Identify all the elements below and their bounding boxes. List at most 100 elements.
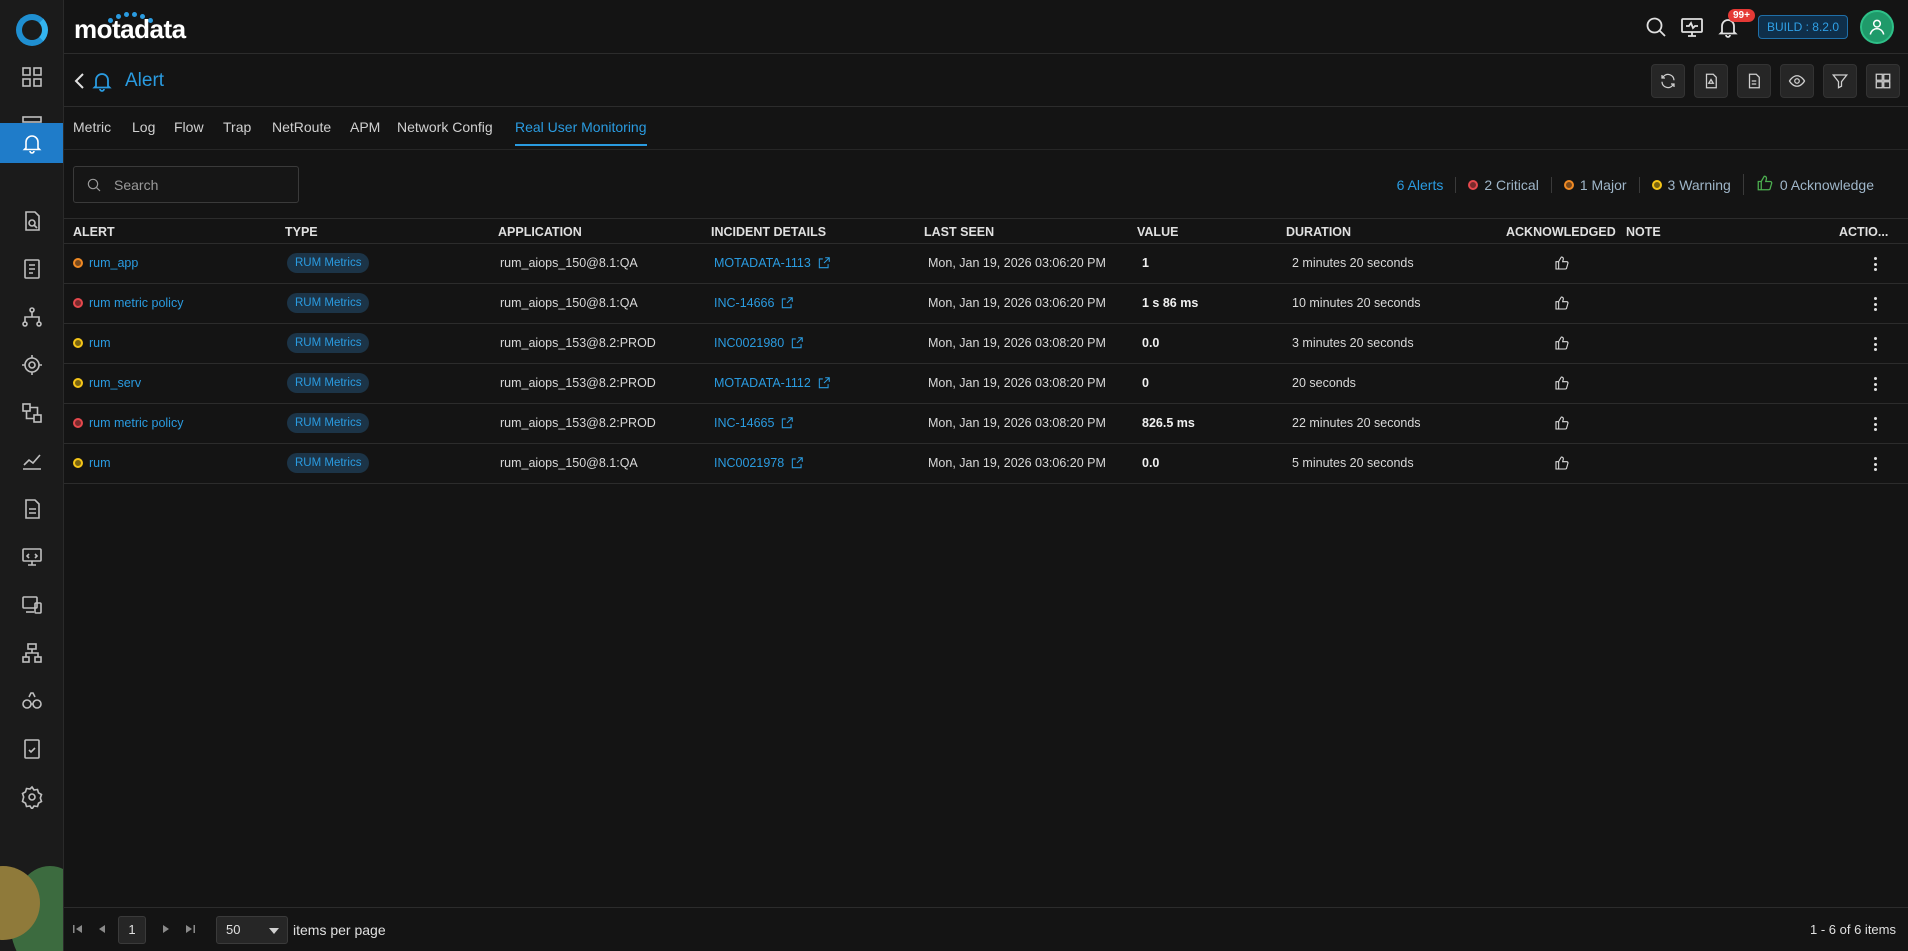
refresh-button[interactable] bbox=[1651, 64, 1685, 98]
search-icon[interactable] bbox=[1644, 15, 1668, 39]
topology-icon[interactable] bbox=[0, 297, 63, 337]
duration-cell: 2 minutes 20 seconds bbox=[1292, 256, 1414, 270]
value-cell: 0.0 bbox=[1142, 336, 1160, 350]
tab-metric[interactable]: Metric bbox=[73, 119, 111, 144]
tab-apm[interactable]: APM bbox=[350, 119, 380, 144]
alert-name-link[interactable]: rum bbox=[89, 336, 111, 350]
table-row[interactable]: rum RUM Metrics rum_aiops_150@8.1:QA INC002… bbox=[64, 444, 1908, 484]
summary-acknowledge[interactable]: 0 Acknowledge bbox=[1742, 174, 1886, 195]
table-row[interactable]: rum metric policy RUM Metrics rum_aiops_15… bbox=[64, 404, 1908, 444]
network-icon[interactable] bbox=[0, 633, 63, 673]
dashboard-icon[interactable] bbox=[0, 57, 63, 97]
table-row[interactable]: rum_app RUM Metrics rum_aiops_150@8.1:QA MO… bbox=[64, 244, 1908, 284]
reports-icon[interactable] bbox=[0, 249, 63, 289]
tab-trap[interactable]: Trap bbox=[223, 119, 251, 144]
column-header-incident-details[interactable]: INCIDENT DETAILS bbox=[711, 225, 826, 239]
items-per-page-select[interactable]: 50 bbox=[216, 916, 288, 944]
more-actions-icon[interactable] bbox=[1872, 414, 1878, 434]
incident-link[interactable]: MOTADATA-1112 bbox=[714, 376, 831, 390]
value-cell: 0 bbox=[1142, 376, 1149, 390]
acknowledge-thumbs-up-icon[interactable] bbox=[1554, 455, 1570, 474]
monitor-pulse-icon[interactable] bbox=[1680, 15, 1704, 39]
more-actions-icon[interactable] bbox=[1872, 454, 1878, 474]
ai-ops-icon[interactable] bbox=[0, 345, 63, 385]
metrics-explorer-icon[interactable] bbox=[0, 441, 63, 481]
synthetic-monitor-icon[interactable] bbox=[0, 537, 63, 577]
alert-name-link[interactable]: rum_serv bbox=[89, 376, 141, 390]
first-page-icon[interactable] bbox=[70, 921, 86, 937]
filter-button[interactable] bbox=[1823, 64, 1857, 98]
notifications-bell-icon[interactable]: 99+ bbox=[1716, 9, 1755, 39]
tab-network-config[interactable]: Network Config bbox=[397, 119, 493, 144]
devices-icon[interactable] bbox=[0, 585, 63, 625]
column-header-duration[interactable]: DURATION bbox=[1286, 225, 1351, 239]
alert-name-link[interactable]: rum metric policy bbox=[89, 296, 183, 310]
tab-real-user-monitoring[interactable]: Real User Monitoring bbox=[515, 119, 647, 146]
summary-total[interactable]: 6 Alerts bbox=[1385, 177, 1456, 193]
pdf-file-icon bbox=[1705, 73, 1717, 89]
layout-grid-button[interactable] bbox=[1866, 64, 1900, 98]
compliance-icon[interactable] bbox=[0, 729, 63, 769]
tab-flow[interactable]: Flow bbox=[174, 119, 204, 144]
column-header-note[interactable]: NOTE bbox=[1626, 225, 1661, 239]
acknowledge-thumbs-up-icon[interactable] bbox=[1554, 375, 1570, 394]
table-row[interactable]: rum metric policy RUM Metrics rum_aiops_15… bbox=[64, 284, 1908, 324]
last-page-icon[interactable] bbox=[182, 921, 198, 937]
view-toggle-button[interactable] bbox=[1780, 64, 1814, 98]
type-badge: RUM Metrics bbox=[287, 333, 370, 353]
next-page-icon[interactable] bbox=[158, 921, 174, 937]
last-seen-cell: Mon, Jan 19, 2026 03:08:20 PM bbox=[928, 336, 1106, 350]
app-logo-icon[interactable] bbox=[16, 14, 48, 46]
column-header-type[interactable]: TYPE bbox=[285, 225, 318, 239]
export-pdf-button[interactable] bbox=[1694, 64, 1728, 98]
summary-critical[interactable]: 2 Critical bbox=[1455, 176, 1550, 193]
summary-major-label: 1 Major bbox=[1579, 176, 1627, 193]
last-seen-cell: Mon, Jan 19, 2026 03:06:20 PM bbox=[928, 296, 1106, 310]
acknowledge-thumbs-up-icon[interactable] bbox=[1554, 255, 1570, 274]
acknowledge-thumbs-up-icon[interactable] bbox=[1554, 415, 1570, 434]
column-header-actions[interactable]: ACTIO... bbox=[1839, 225, 1888, 239]
brand-logo[interactable]: motadata bbox=[74, 14, 186, 45]
alert-name-link[interactable]: rum bbox=[89, 456, 111, 470]
documents-icon[interactable] bbox=[0, 489, 63, 529]
alert-nav-icon[interactable] bbox=[0, 123, 63, 163]
table-row[interactable]: rum_serv RUM Metrics rum_aiops_153@8.2:PRO… bbox=[64, 364, 1908, 404]
current-page[interactable]: 1 bbox=[118, 916, 146, 944]
tab-netroute[interactable]: NetRoute bbox=[272, 119, 331, 144]
tab-log[interactable]: Log bbox=[132, 119, 155, 144]
external-link-icon bbox=[782, 417, 794, 429]
export-csv-button[interactable] bbox=[1737, 64, 1771, 98]
summary-major[interactable]: 1 Major bbox=[1550, 176, 1639, 193]
page-toolbar bbox=[1651, 64, 1900, 98]
back-chevron-icon[interactable] bbox=[70, 69, 90, 93]
workflow-icon[interactable] bbox=[0, 393, 63, 433]
acknowledge-thumbs-up-icon[interactable] bbox=[1554, 335, 1570, 354]
incident-link[interactable]: MOTADATA-1113 bbox=[714, 256, 831, 270]
column-header-acknowledged[interactable]: ACKNOWLEDGED bbox=[1506, 225, 1616, 239]
user-avatar[interactable] bbox=[1860, 10, 1894, 44]
alert-cell: rum metric policy bbox=[73, 296, 183, 310]
more-actions-icon[interactable] bbox=[1872, 374, 1878, 394]
acknowledge-thumbs-up-icon[interactable] bbox=[1554, 295, 1570, 314]
incident-link[interactable]: INC0021978 bbox=[714, 456, 804, 470]
explorer-binoculars-icon[interactable] bbox=[0, 681, 63, 721]
more-actions-icon[interactable] bbox=[1872, 334, 1878, 354]
table-header: ALERT TYPE APPLICATION INCIDENT DETAILS … bbox=[64, 218, 1908, 244]
log-search-icon[interactable] bbox=[0, 201, 63, 241]
incident-link[interactable]: INC-14666 bbox=[714, 296, 794, 310]
settings-icon[interactable] bbox=[0, 777, 63, 817]
column-header-alert[interactable]: ALERT bbox=[73, 225, 115, 239]
alert-name-link[interactable]: rum_app bbox=[89, 256, 138, 270]
search-input[interactable] bbox=[114, 174, 284, 196]
more-actions-icon[interactable] bbox=[1872, 294, 1878, 314]
column-header-last-seen[interactable]: LAST SEEN bbox=[924, 225, 994, 239]
prev-page-icon[interactable] bbox=[94, 921, 110, 937]
more-actions-icon[interactable] bbox=[1872, 254, 1878, 274]
column-header-value[interactable]: VALUE bbox=[1137, 225, 1178, 239]
alert-name-link[interactable]: rum metric policy bbox=[89, 416, 183, 430]
summary-warning[interactable]: 3 Warning bbox=[1638, 176, 1743, 193]
table-row[interactable]: rum RUM Metrics rum_aiops_153@8.2:PROD INC0… bbox=[64, 324, 1908, 364]
incident-link[interactable]: INC0021980 bbox=[714, 336, 804, 350]
column-header-application[interactable]: APPLICATION bbox=[498, 225, 582, 239]
incident-link[interactable]: INC-14665 bbox=[714, 416, 794, 430]
